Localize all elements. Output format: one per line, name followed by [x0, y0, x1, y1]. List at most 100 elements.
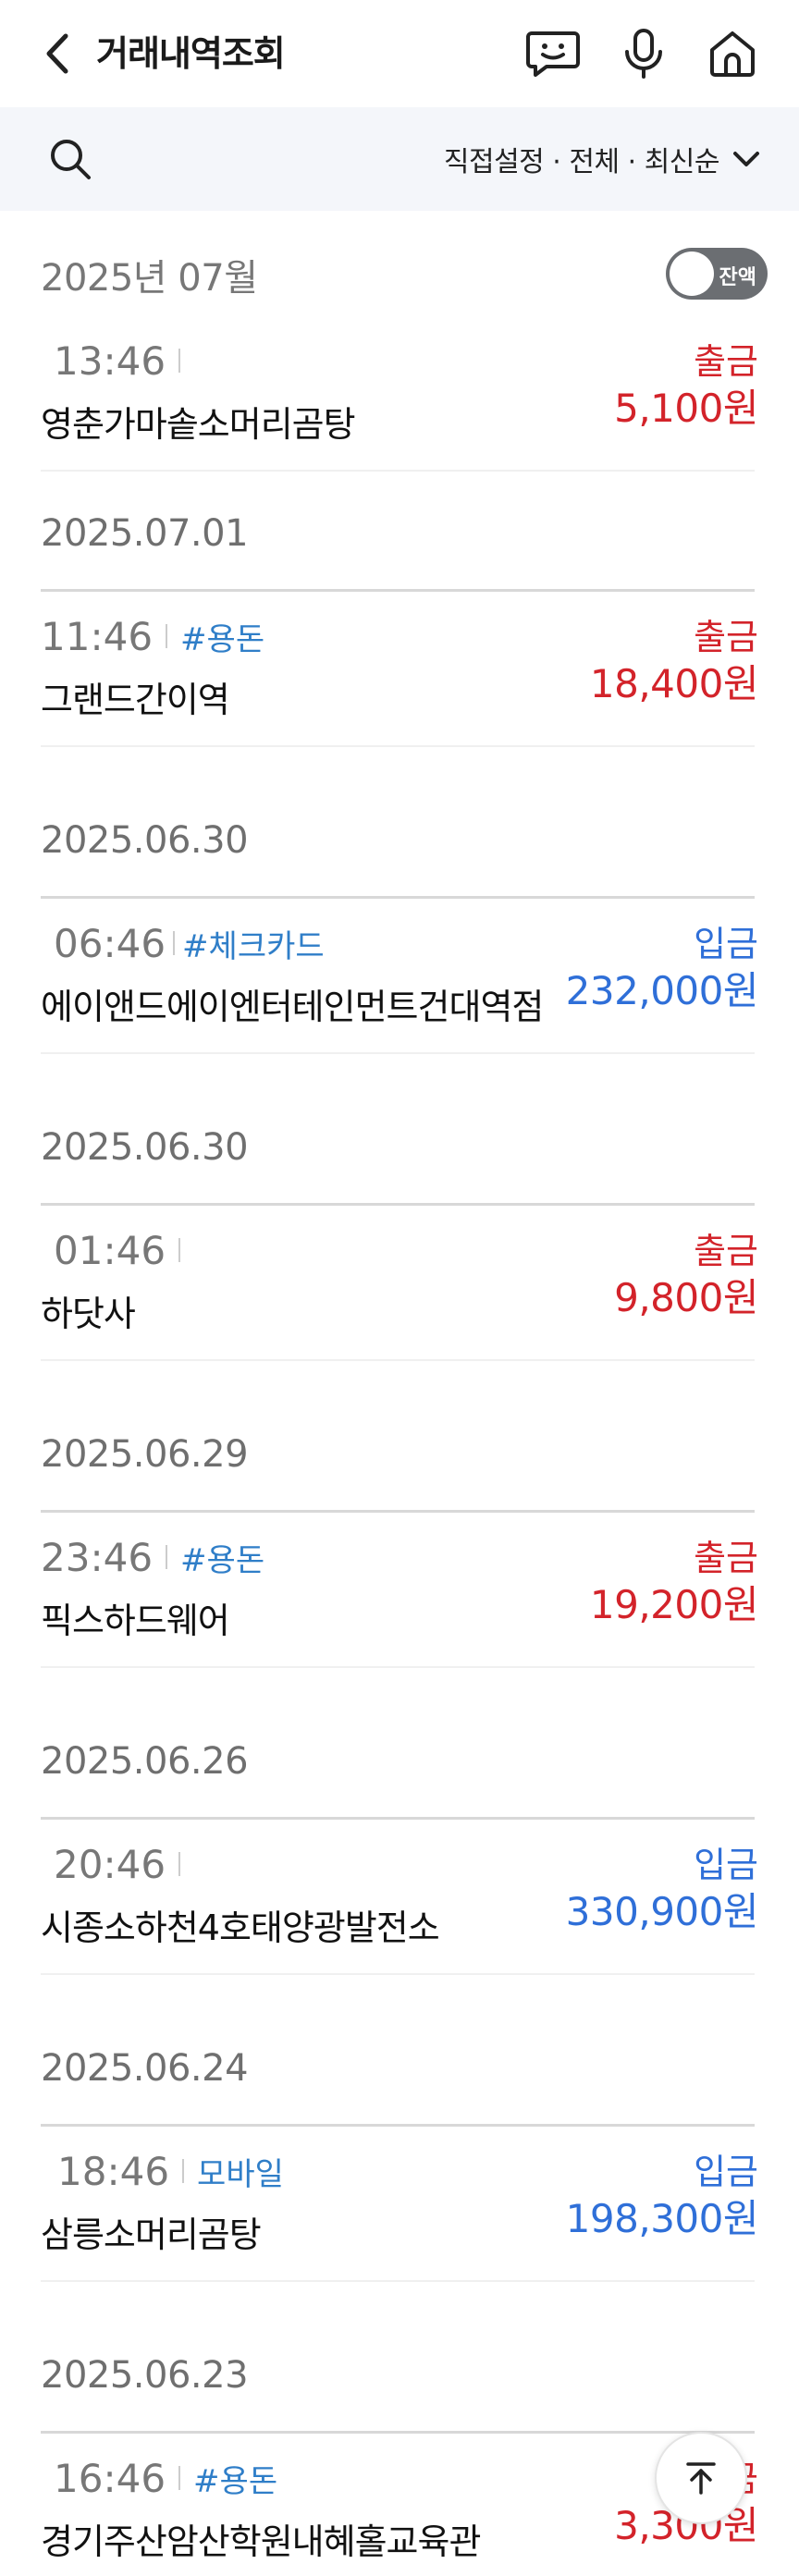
date-label: 2025.06.23 — [41, 2354, 249, 2397]
divider — [41, 1973, 755, 1975]
transaction-tag: #용돈 — [180, 1541, 265, 1579]
balance-toggle-label: 잔액 — [719, 266, 756, 289]
transaction-merchant: 삼릉소머리곰탕 — [41, 2214, 262, 2255]
month-label: 2025년 07월 — [41, 257, 258, 300]
date-groups: 2025.07.01 11:46 #용돈 그랜드간이역 출금 18,400원 2… — [41, 492, 759, 2576]
transaction-tag: #용돈 — [180, 620, 265, 658]
meta-separator — [182, 2159, 185, 2183]
date-group: 2025.06.30 06:46 #체크카드 에이앤드에이엔터테인먼트건대역점 … — [41, 799, 759, 1106]
back-icon — [46, 33, 68, 74]
meta-separator — [173, 931, 176, 955]
transaction-meta: 18:46 모바일 — [41, 2145, 284, 2197]
transaction-item[interactable]: 01:46 하닷사 출금 9,800원 — [41, 1206, 758, 1413]
home-button[interactable] — [703, 24, 762, 83]
transaction-merchant: 영춘가마솥소머리곰탕 — [41, 404, 356, 445]
date-label: 2025.06.26 — [41, 1740, 249, 1783]
search-icon — [51, 140, 91, 179]
transaction-amount: 18,400원 — [589, 661, 759, 706]
home-icon — [710, 31, 755, 77]
transaction-type: 입금 — [694, 924, 758, 964]
meta-separator — [166, 1545, 168, 1569]
transaction-type: 출금 — [694, 1538, 758, 1578]
app-header: 거래내역조회 — [0, 0, 799, 107]
date-group: 2025.06.23 16:46 #용돈 경기주산암산학원내혜홀교육관 출금 3… — [41, 2334, 758, 2576]
transaction-type: 입금 — [694, 2152, 758, 2192]
transaction-meta: 13:46 — [41, 335, 193, 386]
date-header: 2025.06.30 — [41, 1106, 758, 1206]
transaction-merchant: 시종소하천4호태양광발전소 — [41, 1907, 440, 1948]
transaction-item[interactable]: 11:46 #용돈 그랜드간이역 출금 18,400원 — [41, 592, 759, 799]
scroll-top-button[interactable] — [655, 2432, 747, 2524]
meta-separator — [178, 1852, 181, 1876]
date-header: 2025.06.26 — [41, 1720, 758, 1820]
date-label: 2025.06.29 — [41, 1433, 249, 1476]
search-button[interactable] — [44, 133, 96, 185]
transaction-amount: 5,100원 — [614, 386, 758, 431]
transaction-merchant: 에이앤드에이엔터테인먼트건대역점 — [41, 987, 544, 1027]
transaction-amount: 232,000원 — [565, 968, 759, 1013]
transaction-item[interactable]: 16:46 #용돈 경기주산암산학원내혜홀교육관 출금 3,300원 — [41, 2434, 758, 2576]
date-header: 2025.06.29 — [41, 1413, 758, 1513]
divider — [41, 2280, 755, 2282]
meta-separator — [178, 1238, 181, 1262]
transaction-meta: 06:46 #체크카드 — [41, 917, 325, 969]
transaction-item[interactable]: 23:46 #용돈 픽스하드웨어 출금 19,200원 — [41, 1513, 759, 1720]
date-label: 2025.07.01 — [41, 512, 249, 555]
divider — [41, 1052, 755, 1054]
filter-bar: 직접설정 · 전체 · 최신순 — [0, 107, 799, 211]
filter-dropdown[interactable]: 직접설정 · 전체 · 최신순 — [444, 133, 760, 185]
balance-toggle[interactable]: 잔액 — [666, 248, 768, 300]
transaction-time: 20:46 — [54, 1841, 166, 1887]
date-label: 2025.06.30 — [41, 819, 249, 862]
transaction-item[interactable]: 18:46 모바일 삼릉소머리곰탕 입금 198,300원 — [41, 2127, 759, 2334]
transaction-item[interactable]: 20:46 시종소하천4호태양광발전소 입금 330,900원 — [41, 1820, 759, 2027]
date-group: 2025.07.01 11:46 #용돈 그랜드간이역 출금 18,400원 — [41, 492, 759, 799]
date-group: 2025.06.29 23:46 #용돈 픽스하드웨어 출금 19,200원 — [41, 1413, 759, 1720]
transaction-time: 16:46 — [54, 2455, 166, 2501]
meta-separator — [178, 2466, 181, 2490]
transaction-amount: 19,200원 — [589, 1582, 759, 1627]
date-group: 2025.06.24 18:46 모바일 삼릉소머리곰탕 입금 198,300원 — [41, 2027, 759, 2334]
transaction-type: 출금 — [694, 341, 758, 382]
date-group: 2025.06.26 20:46 시종소하천4호태양광발전소 입금 330,90… — [41, 1720, 759, 2027]
divider — [41, 470, 755, 472]
page-title: 거래내역조회 — [96, 33, 286, 74]
transaction-time: 23:46 — [41, 1534, 154, 1580]
month-row: 2025년 07월 잔액 — [41, 239, 768, 309]
date-label: 2025.06.30 — [41, 1126, 249, 1169]
transaction-amount: 330,900원 — [565, 1889, 759, 1934]
transaction-time: 13:46 — [54, 337, 166, 384]
transaction-tag: #용돈 — [193, 2462, 278, 2500]
transaction-meta: 16:46 #용돈 — [41, 2452, 277, 2504]
transaction-time: 01:46 — [54, 1227, 166, 1273]
transaction-item[interactable]: 13:46 영춘가마솥소머리곰탕 출금 5,100원 — [41, 316, 758, 492]
transaction-list: 13:46 영춘가마솥소머리곰탕 출금 5,100원 2025.07.01 11… — [41, 338, 759, 2576]
date-label: 2025.06.24 — [41, 2047, 249, 2090]
transaction-time: 18:46 — [57, 2148, 170, 2194]
meta-separator — [178, 349, 181, 373]
meta-separator — [166, 624, 168, 648]
microphone-icon — [625, 29, 662, 79]
transaction-time: 11:46 — [41, 613, 154, 659]
transaction-merchant: 픽스하드웨어 — [41, 1601, 230, 1641]
date-header: 2025.06.30 — [41, 799, 758, 899]
date-group: 2025.06.30 01:46 하닷사 출금 9,800원 — [41, 1106, 758, 1413]
chatbot-button[interactable] — [523, 24, 583, 83]
transaction-meta: 20:46 — [41, 1838, 193, 1890]
transaction-time: 06:46 — [54, 920, 166, 966]
date-header: 2025.06.24 — [41, 2027, 758, 2127]
divider — [41, 745, 755, 747]
date-header: 2025.07.01 — [41, 492, 758, 592]
transaction-merchant: 하닷사 — [41, 1294, 136, 1334]
arrow-up-icon — [686, 2462, 716, 2495]
transaction-meta: 11:46 #용돈 — [41, 610, 264, 662]
divider — [41, 1666, 755, 1668]
transaction-item[interactable]: 06:46 #체크카드 에이앤드에이엔터테인먼트건대역점 입금 232,000원 — [41, 899, 759, 1106]
transaction-meta: 23:46 #용돈 — [41, 1531, 264, 1583]
back-button[interactable] — [37, 28, 78, 80]
chevron-down-icon — [733, 152, 759, 166]
voice-search-button[interactable] — [614, 24, 673, 83]
transaction-amount: 9,800원 — [614, 1275, 758, 1320]
transaction-type: 출금 — [694, 1231, 758, 1271]
transaction-merchant: 그랜드간이역 — [41, 680, 230, 720]
